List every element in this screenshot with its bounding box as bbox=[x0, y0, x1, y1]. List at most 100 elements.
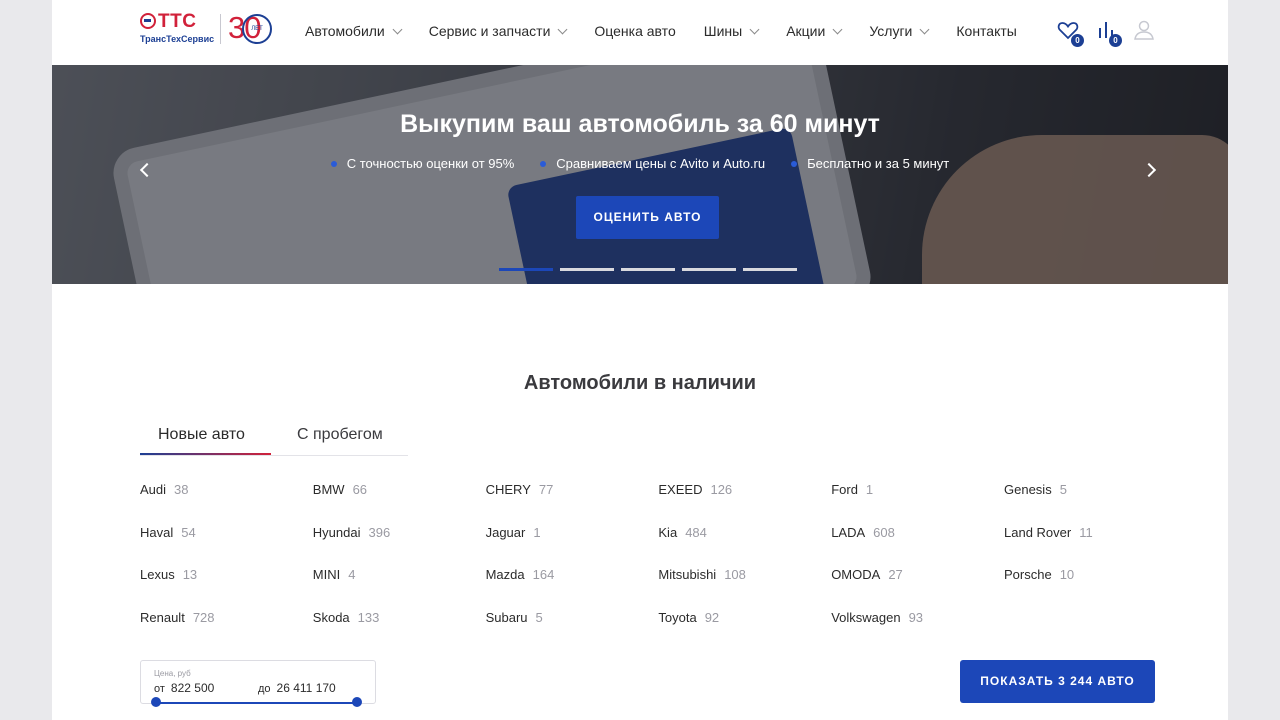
price-filter[interactable]: Цена, руб от 822 500 до 26 411 170 bbox=[140, 660, 376, 704]
chevron-down-icon bbox=[392, 24, 403, 34]
price-slider-min-handle[interactable] bbox=[151, 697, 161, 707]
brand-name: Jaguar bbox=[485, 524, 526, 540]
brand-link[interactable]: Mitsubishi 108 bbox=[658, 567, 746, 582]
brand-link[interactable]: Hyundai 396 bbox=[313, 525, 390, 540]
brand-link[interactable]: EXEED 126 bbox=[658, 482, 732, 497]
brand-link[interactable]: Haval 54 bbox=[140, 525, 196, 540]
section-title: Автомобили в наличии bbox=[523, 372, 757, 394]
brand-name: Subaru bbox=[485, 609, 528, 625]
chevron-down-icon bbox=[749, 24, 760, 34]
slide-dot[interactable] bbox=[560, 268, 614, 271]
brand-name: Genesis bbox=[1004, 482, 1052, 497]
compare-button[interactable]: 0 bbox=[1094, 18, 1122, 47]
brand-count: 92 bbox=[704, 609, 720, 625]
brand-count: 396 bbox=[368, 524, 391, 540]
nav-item-5[interactable]: Услуги bbox=[869, 21, 930, 41]
nav-item-4[interactable]: Акции bbox=[786, 21, 843, 41]
site-header: ТТС ТрансТехСервис 30 ЛЕТ Автомобили Серв… bbox=[52, 0, 1228, 65]
tab-new-cars[interactable]: Новые авто bbox=[158, 426, 245, 444]
nav-item-3[interactable]: Шины bbox=[703, 21, 760, 41]
nav-item-label: Контакты bbox=[956, 23, 1017, 39]
brand-link[interactable]: OMODA 27 bbox=[831, 567, 903, 582]
price-from[interactable]: от 822 500 bbox=[154, 681, 214, 695]
hero-point: Бесплатно и за 5 минут bbox=[791, 156, 949, 171]
brand-count: 728 bbox=[192, 609, 215, 625]
nav-item-label: Автомобили bbox=[305, 23, 385, 39]
brand-count: 54 bbox=[181, 524, 196, 540]
slide-dot[interactable] bbox=[743, 268, 797, 271]
price-slider-max-handle[interactable] bbox=[352, 697, 362, 707]
brand-link[interactable]: Land Rover 11 bbox=[1004, 525, 1093, 540]
brand-link[interactable]: Lexus 13 bbox=[140, 567, 197, 582]
nav-item-6[interactable]: Контакты bbox=[956, 21, 1016, 41]
brand-name: Lexus bbox=[140, 567, 175, 582]
hero-point-text: Бесплатно и за 5 минут bbox=[807, 156, 950, 171]
show-cars-button[interactable]: ПОКАЗАТЬ 3 244 АВТО bbox=[960, 660, 1155, 703]
account-button[interactable] bbox=[1132, 18, 1158, 44]
logo-divider bbox=[220, 14, 221, 44]
hero-banner: Выкупим ваш автомобиль за 60 минут С точ… bbox=[52, 65, 1228, 284]
tab-used-cars[interactable]: С пробегом bbox=[297, 426, 383, 444]
nav-item-label: Акции bbox=[786, 23, 826, 39]
brand-link[interactable]: Toyota 92 bbox=[658, 610, 719, 625]
brand-link[interactable]: BMW 66 bbox=[313, 482, 367, 497]
nav-item-2[interactable]: Оценка авто bbox=[594, 21, 675, 41]
brand-name: Renault bbox=[140, 609, 185, 625]
slide-dot[interactable] bbox=[499, 268, 553, 271]
active-tab-indicator bbox=[140, 453, 271, 455]
nav-item-label: Сервис и запчасти bbox=[428, 23, 551, 39]
brand-link[interactable]: LADA 608 bbox=[831, 525, 895, 540]
brand-link[interactable]: Skoda 133 bbox=[313, 610, 380, 625]
brand-name: LADA bbox=[831, 524, 866, 540]
brand-link[interactable]: Genesis 5 bbox=[1004, 482, 1067, 497]
hero-point: С точностью оценки от 95% bbox=[330, 156, 514, 171]
brand-link[interactable]: Subaru 5 bbox=[486, 610, 543, 625]
brand-count: 77 bbox=[538, 482, 554, 497]
brand-link[interactable]: Ford 1 bbox=[831, 482, 873, 497]
brand-count: 164 bbox=[532, 567, 555, 582]
price-from-value: 822 500 bbox=[170, 681, 215, 695]
favorites-count-badge: 0 bbox=[1071, 34, 1084, 47]
brand-count: 10 bbox=[1059, 567, 1075, 582]
brand-name: Audi bbox=[140, 482, 167, 497]
brand-link[interactable]: MINI 4 bbox=[313, 567, 356, 582]
brand-link[interactable]: Mazda 164 bbox=[486, 567, 555, 582]
price-from-label: от bbox=[154, 683, 165, 695]
brand-count: 66 bbox=[352, 482, 368, 497]
nav-item-label: Шины bbox=[703, 23, 743, 39]
evaluate-car-button[interactable]: ОЦЕНИТЬ АВТО bbox=[576, 196, 719, 239]
brand-link[interactable]: Jaguar 1 bbox=[486, 525, 541, 540]
slide-dot[interactable] bbox=[682, 268, 736, 271]
price-to[interactable]: до 26 411 170 bbox=[258, 681, 336, 695]
brand-count: 11 bbox=[1079, 524, 1093, 540]
chevron-down-icon bbox=[919, 24, 930, 34]
brand-name: Haval bbox=[140, 524, 174, 540]
price-slider-track[interactable] bbox=[156, 702, 357, 704]
brand-count: 126 bbox=[710, 482, 733, 497]
brand-count: 608 bbox=[873, 524, 895, 540]
price-to-value: 26 411 170 bbox=[276, 681, 336, 695]
brand-link[interactable]: Porsche 10 bbox=[1004, 567, 1074, 582]
favorites-button[interactable]: 0 bbox=[1056, 18, 1084, 47]
logo-text: ТТС bbox=[158, 11, 197, 32]
slide-dot[interactable] bbox=[621, 268, 675, 271]
brand-link[interactable]: Audi 38 bbox=[140, 482, 189, 497]
brand-name: Mitsubishi bbox=[658, 567, 717, 582]
brand-name: Land Rover bbox=[1004, 524, 1072, 540]
brand-count: 5 bbox=[1059, 482, 1067, 497]
brand-link[interactable]: CHERY 77 bbox=[486, 482, 554, 497]
brand-name: CHERY bbox=[485, 482, 531, 497]
nav-item-0[interactable]: Автомобили bbox=[305, 21, 403, 41]
brand-link[interactable]: Kia 484 bbox=[658, 525, 707, 540]
brand-count: 133 bbox=[357, 609, 380, 625]
logo-mark-icon bbox=[140, 13, 156, 29]
company-logo[interactable]: ТТС ТрансТехСервис 30 ЛЕТ bbox=[140, 10, 280, 52]
brand-count: 484 bbox=[685, 524, 707, 540]
brand-name: Skoda bbox=[312, 609, 350, 625]
brand-link[interactable]: Renault 728 bbox=[140, 610, 215, 625]
brand-count: 4 bbox=[348, 567, 356, 582]
nav-item-1[interactable]: Сервис и запчасти bbox=[428, 21, 568, 41]
brand-name: Porsche bbox=[1004, 567, 1052, 582]
hero-point: Сравниваем цены с Avito и Auto.ru bbox=[540, 156, 765, 171]
brand-link[interactable]: Volkswagen 93 bbox=[831, 610, 923, 625]
